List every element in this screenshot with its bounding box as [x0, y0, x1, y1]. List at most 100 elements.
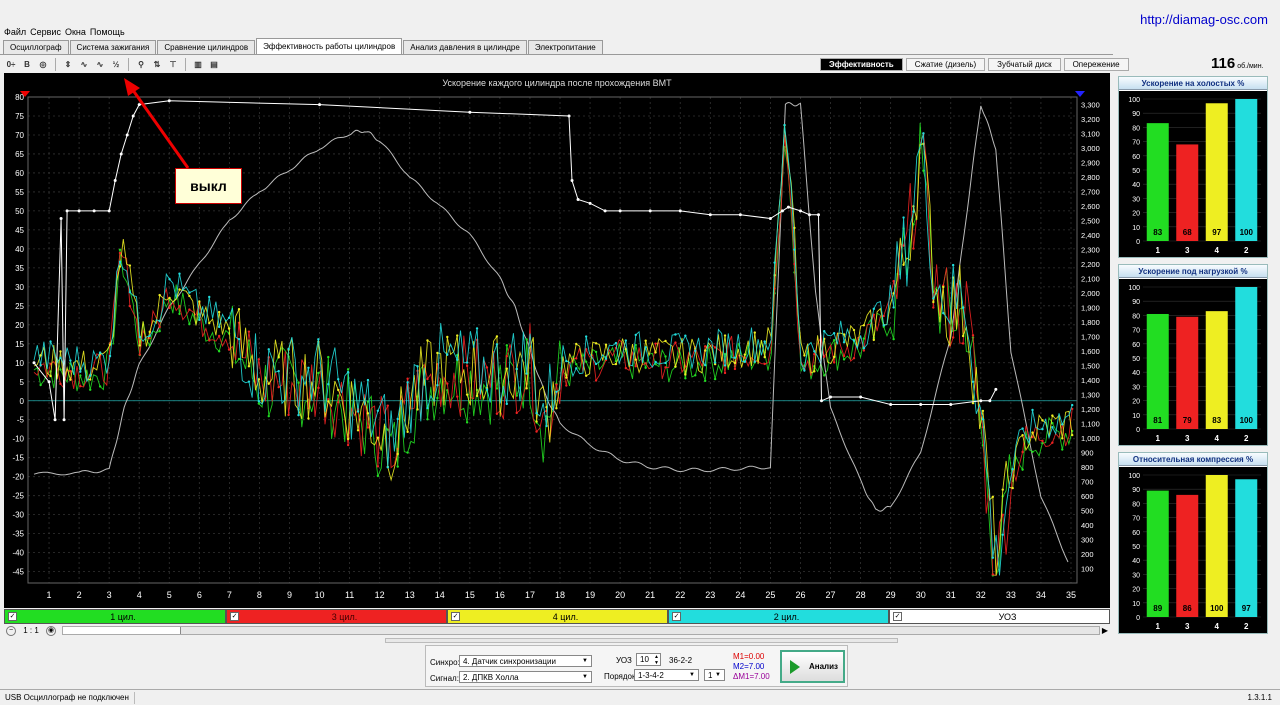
marker-icon[interactable]: ⇅ [150, 58, 164, 71]
y-left-tick-label: -30 [12, 511, 24, 520]
y-left-tick-label: 40 [15, 245, 24, 254]
mode-tab-tooth-wheel[interactable]: Зубчатый диск [988, 58, 1061, 71]
bar-y-tick-label: 100 [1128, 473, 1140, 480]
x-tick-label: 3 [107, 590, 112, 600]
analyze-button[interactable]: Анализ [780, 650, 845, 683]
site-url[interactable]: http://diamag-osc.com [1140, 12, 1268, 27]
bar-y-tick-label: 50 [1132, 356, 1140, 363]
uoz-spinner[interactable]: 10 ▲ ▼ [636, 653, 661, 666]
bar-category-label: 3 [1185, 246, 1190, 255]
bar-category-label: 3 [1185, 434, 1190, 443]
y-right-tick-label: 1,400 [1081, 376, 1100, 385]
y-right-tick-label: 400 [1081, 521, 1094, 530]
x-tick-label: 29 [886, 590, 896, 600]
bar-y-tick-label: 20 [1132, 211, 1140, 218]
bar-y-tick-label: 80 [1132, 313, 1140, 320]
legend-series-4[interactable]: ✓ 2 цил. [668, 609, 889, 624]
mode-tab-advance[interactable]: Опережение [1063, 58, 1129, 71]
x-tick-label: 11 [345, 590, 354, 600]
x-tick-label: 28 [856, 590, 866, 600]
y-right-tick-label: 900 [1081, 448, 1094, 457]
menu-help[interactable]: Помощь [90, 27, 125, 37]
sync-icon[interactable]: ⚲ [134, 58, 148, 71]
zero-axis-icon[interactable]: 0÷ [4, 58, 18, 71]
y-right-tick-label: 2,500 [1081, 216, 1100, 225]
tab-pressure-analysis[interactable]: Анализ давления в цилиндре [403, 40, 527, 54]
scrollbar-thumb[interactable] [63, 627, 181, 634]
chart-title: Ускорение каждого цилиндра после прохожд… [442, 78, 672, 88]
y-left-tick-label: -10 [12, 435, 24, 444]
legend-series-5[interactable]: ✓ УОЗ [889, 609, 1110, 624]
tab-cylinder-efficiency[interactable]: Эффективность работы цилиндров [256, 38, 403, 54]
x-tick-label: 5 [167, 590, 172, 600]
scroll-right-arrow[interactable]: ▶ [1100, 626, 1110, 635]
table-icon[interactable]: ▤ [207, 58, 221, 71]
cylinders-icon[interactable]: ▥ [191, 58, 205, 71]
zoom-reset-button[interactable]: ◉ [46, 625, 56, 636]
legend-label: УОЗ [998, 611, 1017, 622]
search-rpm-icon[interactable]: ◎ [36, 58, 50, 71]
y-left-tick-label: -25 [12, 492, 24, 501]
order-extra-select[interactable]: 1 [704, 669, 725, 681]
menu-windows[interactable]: Окна [65, 27, 86, 37]
y-left-tick-label: 15 [15, 340, 24, 349]
toolbar: 0÷ B ◎ ⇕ ∿ ∿ ½ ⚲ ⇅ ⊤ ▥ ▤ [4, 57, 223, 71]
chart-scrollbar[interactable] [62, 626, 1100, 635]
y-right-tick-label: 1,700 [1081, 332, 1100, 341]
zoom-out-button[interactable]: − [6, 625, 16, 636]
legend-checkbox[interactable]: ✓ [230, 612, 239, 621]
signal-select[interactable]: 2. ДПКВ Холла [459, 671, 592, 683]
scale-icon[interactable]: ⇕ [61, 58, 75, 71]
wave-icon[interactable]: ∿ [77, 58, 91, 71]
legend-checkbox[interactable]: ✓ [451, 612, 460, 621]
mode-tab-compression-diesel[interactable]: Сжатие (дизель) [905, 58, 986, 71]
bar-y-tick-label: 10 [1132, 413, 1140, 420]
bar-y-tick-label: 60 [1132, 530, 1140, 537]
y-left-tick-label: -20 [12, 473, 24, 482]
bar-y-tick-label: 40 [1132, 370, 1140, 377]
tab-oscilloscope[interactable]: Осциллограф [3, 40, 69, 54]
toolbar-separator [55, 57, 56, 71]
legend-series-3[interactable]: ✓ 4 цил. [447, 609, 668, 624]
analysis-controls: Синхро: 4. Датчик синхронизации Сигнал: … [425, 645, 848, 687]
sync-select[interactable]: 4. Датчик синхронизации [459, 655, 592, 667]
bar-y-tick-label: 40 [1132, 182, 1140, 189]
cursor-icon[interactable]: ⊤ [166, 58, 180, 71]
x-tick-label: 34 [1036, 590, 1046, 600]
legend-checkbox[interactable]: ✓ [8, 612, 17, 621]
menu-service[interactable]: Сервис [30, 27, 61, 37]
panel-idle-title: Ускорение на холостых % [1119, 77, 1267, 90]
ratio-icon[interactable]: ½ [109, 58, 123, 71]
legend-series-2[interactable]: ✓ 3 цил. [226, 609, 447, 624]
x-tick-label: 21 [645, 590, 655, 600]
x-tick-label: 6 [197, 590, 202, 600]
x-tick-label: 26 [795, 590, 805, 600]
bar-3 [1176, 494, 1199, 617]
y-left-tick-label: 60 [15, 169, 24, 178]
bar-value-label: 68 [1183, 228, 1192, 237]
tab-power-supply[interactable]: Электропитание [527, 40, 603, 54]
legend-checkbox[interactable]: ✓ [893, 612, 902, 621]
y-right-tick-label: 2,200 [1081, 260, 1100, 269]
y-right-tick-label: 100 [1081, 564, 1094, 573]
rpm-unit: об./мин. [1237, 63, 1264, 70]
legend-series-1[interactable]: ✓ 1 цил. [4, 609, 226, 624]
panel-splitter[interactable] [385, 638, 898, 643]
bold-b-icon[interactable]: B [20, 58, 34, 71]
bar-y-tick-label: 70 [1132, 328, 1140, 335]
x-tick-label: 7 [227, 590, 232, 600]
bar-y-tick-label: 10 [1132, 601, 1140, 608]
x-tick-label: 35 [1066, 590, 1076, 600]
legend-checkbox[interactable]: ✓ [672, 612, 681, 621]
tab-ignition[interactable]: Система зажигания [69, 40, 157, 54]
mode-tab-efficiency[interactable]: Эффективность [820, 58, 903, 71]
bar-category-label: 3 [1185, 622, 1190, 631]
zoom-label: 1 : 1 [23, 626, 39, 635]
wave-vvt-icon[interactable]: ∿ [93, 58, 107, 71]
spinner-arrows[interactable]: ▲ ▼ [654, 654, 659, 666]
menu-file[interactable]: Файл [4, 27, 26, 37]
y-left-tick-label: 10 [15, 359, 24, 368]
bar-4 [1205, 103, 1228, 241]
tab-cylinder-compare[interactable]: Сравнение цилиндров [157, 40, 256, 54]
firing-order-select[interactable]: 1-3-4-2 [634, 669, 699, 681]
